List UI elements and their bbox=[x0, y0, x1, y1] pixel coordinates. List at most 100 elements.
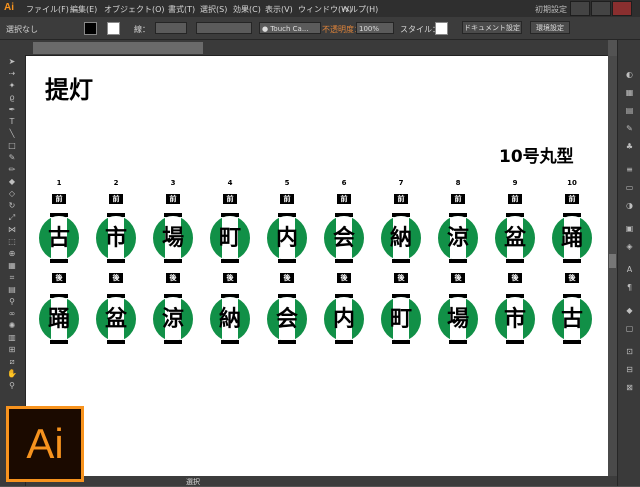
transform-panel-icon[interactable]: ⊡ bbox=[624, 347, 635, 356]
menu-help[interactable]: ヘルプ(H) bbox=[342, 4, 378, 15]
appearance-panel-icon[interactable]: ▣ bbox=[624, 224, 635, 233]
artboard[interactable]: 提灯 10号丸型 1 前 古 後 踊 2 前 市 後 盆 3 前 場 後 涼 4… bbox=[26, 56, 608, 476]
front-lantern[interactable]: 内 bbox=[266, 213, 308, 263]
selection-tool-icon[interactable]: ➤ bbox=[7, 58, 17, 66]
lantern-character: 納 bbox=[389, 225, 412, 251]
graph-tool-icon[interactable]: ▥ bbox=[7, 334, 17, 342]
front-lantern[interactable]: 会 bbox=[323, 213, 365, 263]
symbol-sprayer-icon[interactable]: ✺ bbox=[7, 322, 17, 330]
close-button[interactable] bbox=[612, 1, 632, 16]
eyedropper-icon[interactable]: ⚲ bbox=[7, 298, 17, 306]
width-tool-icon[interactable]: ⋈ bbox=[7, 226, 17, 234]
variable-width-dropdown[interactable] bbox=[196, 22, 252, 34]
free-transform-icon[interactable]: ⬚ bbox=[7, 238, 17, 246]
fill-swatch[interactable] bbox=[84, 22, 97, 35]
lantern-number: 7 bbox=[398, 179, 404, 187]
front-lantern[interactable]: 涼 bbox=[437, 213, 479, 263]
symbols-panel-icon[interactable]: ♣ bbox=[624, 142, 635, 151]
type-tool-icon[interactable]: T bbox=[7, 118, 17, 126]
front-lantern[interactable]: 盆 bbox=[494, 213, 536, 263]
lantern-size-label: 10号丸型 bbox=[499, 147, 574, 167]
transparency-panel-icon[interactable]: ◑ bbox=[624, 201, 635, 210]
gradient-tool-icon[interactable]: ▤ bbox=[7, 286, 17, 294]
back-lantern[interactable]: 納 bbox=[209, 294, 251, 344]
blob-brush-icon[interactable]: ◆ bbox=[7, 178, 17, 186]
menu-effect[interactable]: 効果(C) bbox=[233, 4, 261, 15]
menu-object[interactable]: オブジェクト(O) bbox=[104, 4, 165, 15]
lantern-character: 納 bbox=[218, 306, 241, 332]
preferences-button[interactable]: 環境設定 bbox=[530, 21, 570, 34]
back-lantern[interactable]: 場 bbox=[437, 294, 479, 344]
line-tool-icon[interactable]: ╲ bbox=[7, 130, 17, 138]
rectangle-tool-icon[interactable]: □ bbox=[7, 142, 17, 150]
back-lantern[interactable]: 盆 bbox=[95, 294, 137, 344]
scrollbar-thumb[interactable] bbox=[609, 254, 616, 268]
lantern-character: 町 bbox=[218, 225, 241, 251]
zoom-tool-icon[interactable]: ⚲ bbox=[7, 382, 17, 390]
perspective-grid-icon[interactable]: ▦ bbox=[7, 262, 17, 270]
menu-select[interactable]: 選択(S) bbox=[200, 4, 227, 15]
minimize-button[interactable] bbox=[570, 1, 590, 16]
stroke-panel-icon[interactable]: ≡ bbox=[624, 165, 635, 174]
swatches-panel-icon[interactable]: ▤ bbox=[624, 106, 635, 115]
back-lantern[interactable]: 会 bbox=[266, 294, 308, 344]
artboard-tool-icon[interactable]: ⊞ bbox=[7, 346, 17, 354]
pencil-icon[interactable]: ✏ bbox=[7, 166, 17, 174]
align-panel-icon[interactable]: ⊟ bbox=[624, 365, 635, 374]
maximize-button[interactable] bbox=[591, 1, 611, 16]
menu-view[interactable]: 表示(V) bbox=[265, 4, 293, 15]
back-tag: 後 bbox=[337, 273, 351, 283]
mesh-tool-icon[interactable]: ⌗ bbox=[7, 274, 17, 282]
front-lantern[interactable]: 町 bbox=[209, 213, 251, 263]
back-tag: 後 bbox=[508, 273, 522, 283]
eraser-icon[interactable]: ◇ bbox=[7, 190, 17, 198]
back-lantern[interactable]: 古 bbox=[551, 294, 593, 344]
color-panel-icon[interactable]: ◐ bbox=[624, 70, 635, 79]
front-lantern[interactable]: 古 bbox=[38, 213, 80, 263]
workspace-switcher[interactable]: 初期設定 bbox=[535, 4, 567, 15]
front-lantern[interactable]: 市 bbox=[95, 213, 137, 263]
document-tab[interactable] bbox=[33, 42, 203, 54]
scale-tool-icon[interactable]: ⤢ bbox=[7, 214, 17, 222]
paragraph-panel-icon[interactable]: ¶ bbox=[624, 283, 635, 292]
layers-panel-icon[interactable]: ◆ bbox=[624, 306, 635, 315]
character-panel-icon[interactable]: A bbox=[624, 265, 635, 274]
pen-tool-icon[interactable]: ✒ bbox=[7, 106, 17, 114]
stroke-weight-dropdown[interactable] bbox=[155, 22, 187, 34]
lantern-character: 古 bbox=[560, 306, 583, 332]
menu-file[interactable]: ファイル(F) bbox=[26, 4, 69, 15]
graphic-style-swatch[interactable] bbox=[435, 22, 448, 35]
front-lantern[interactable]: 場 bbox=[152, 213, 194, 263]
brush-dropdown[interactable]: ● Touch Ca... bbox=[259, 22, 321, 34]
direct-selection-tool-icon[interactable]: ⇢ bbox=[7, 70, 17, 78]
lasso-icon[interactable]: ϱ bbox=[7, 94, 17, 102]
front-lantern[interactable]: 踊 bbox=[551, 213, 593, 263]
blend-tool-icon[interactable]: ∞ bbox=[7, 310, 17, 318]
artboards-panel-icon[interactable]: ▢ bbox=[624, 324, 635, 333]
stroke-swatch[interactable] bbox=[107, 22, 120, 35]
lantern-character: 盆 bbox=[503, 225, 526, 251]
back-lantern[interactable]: 踊 bbox=[38, 294, 80, 344]
back-lantern[interactable]: 町 bbox=[380, 294, 422, 344]
gradient-panel-icon[interactable]: ▭ bbox=[624, 183, 635, 192]
slice-tool-icon[interactable]: ⧄ bbox=[7, 358, 17, 366]
color-guide-icon[interactable]: ▦ bbox=[624, 88, 635, 97]
hand-tool-icon[interactable]: ✋ bbox=[7, 370, 17, 378]
lantern-character: 古 bbox=[47, 225, 70, 251]
back-lantern[interactable]: 涼 bbox=[152, 294, 194, 344]
pathfinder-panel-icon[interactable]: ⊠ bbox=[624, 383, 635, 392]
document-settings-button[interactable]: ドキュメント設定 bbox=[462, 21, 522, 34]
front-lantern[interactable]: 納 bbox=[380, 213, 422, 263]
menu-edit[interactable]: 編集(E) bbox=[70, 4, 97, 15]
back-lantern[interactable]: 内 bbox=[323, 294, 365, 344]
opacity-input[interactable]: 100% bbox=[356, 22, 394, 34]
vertical-scrollbar[interactable] bbox=[608, 56, 617, 476]
magic-wand-icon[interactable]: ✦ bbox=[7, 82, 17, 90]
paintbrush-icon[interactable]: ✎ bbox=[7, 154, 17, 162]
graphic-styles-icon[interactable]: ◈ bbox=[624, 242, 635, 251]
menu-type[interactable]: 書式(T) bbox=[168, 4, 195, 15]
rotate-tool-icon[interactable]: ↻ bbox=[7, 202, 17, 210]
brushes-panel-icon[interactable]: ✎ bbox=[624, 124, 635, 133]
back-lantern[interactable]: 市 bbox=[494, 294, 536, 344]
shape-builder-icon[interactable]: ⊕ bbox=[7, 250, 17, 258]
